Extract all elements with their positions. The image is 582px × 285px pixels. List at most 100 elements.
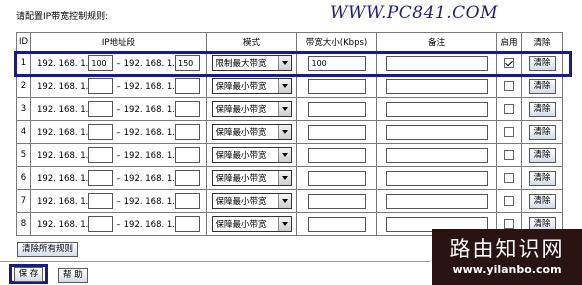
mode-cell: 保障最小带宽 xyxy=(206,74,297,98)
row-id: 4 xyxy=(16,120,31,144)
header-mode: 模式 xyxy=(206,32,297,52)
clear-row-button[interactable]: 清除 xyxy=(528,170,556,186)
clear-row-button[interactable]: 清除 xyxy=(528,124,556,140)
ip-start-octet-input[interactable] xyxy=(88,170,114,186)
mode-select[interactable]: 保障最小带宽 xyxy=(211,78,292,94)
ip-end-octet-input[interactable] xyxy=(175,193,200,209)
help-button[interactable]: 帮 助 xyxy=(58,268,88,283)
ip-start-octet-input[interactable] xyxy=(88,55,114,71)
header-bandwidth: 带宽大小(Kbps) xyxy=(296,32,377,52)
bandwidth-input[interactable] xyxy=(307,216,366,232)
chevron-down-icon[interactable] xyxy=(277,102,291,116)
enable-checkbox[interactable] xyxy=(504,172,514,183)
ip-start-octet-input[interactable] xyxy=(88,124,114,140)
mode-select[interactable]: 保障最小带宽 xyxy=(211,170,292,186)
ip-range-cell: 192. 168. 1.–192. 168. 1. xyxy=(30,212,207,236)
enable-checkbox[interactable] xyxy=(504,126,514,137)
bandwidth-input[interactable] xyxy=(307,193,366,209)
enable-cell xyxy=(496,74,522,98)
save-button[interactable]: 保 存 xyxy=(13,266,44,282)
ip-start-octet-input[interactable] xyxy=(88,216,114,232)
header-ip-range: IP地址段 xyxy=(30,32,207,52)
table-row: 6 192. 168. 1. –192. 168. 1. 保障最小带宽 清除 xyxy=(16,166,563,190)
bandwidth-rules-table: ID IP地址段 模式 带宽大小(Kbps) 备注 启用 清除 1 192. 16… xyxy=(16,32,563,236)
note-cell xyxy=(376,74,497,98)
ip-range-separator: – xyxy=(116,127,121,138)
bandwidth-input[interactable] xyxy=(307,147,366,163)
ip-range-cell: 192. 168. 1.–192. 168. 1. xyxy=(30,189,207,213)
mode-select[interactable]: 保障最小带宽 xyxy=(211,101,292,117)
ip-start-octet-input[interactable] xyxy=(88,101,114,117)
note-input[interactable] xyxy=(385,101,488,117)
mode-select[interactable]: 限制最大带宽 xyxy=(211,55,292,71)
chevron-down-icon[interactable] xyxy=(277,148,291,162)
mode-select[interactable]: 保障最小带宽 xyxy=(211,216,292,232)
ip-range-cell: 192. 168. 1.–192. 168. 1. xyxy=(30,166,207,190)
mode-cell: 保障最小带宽 xyxy=(206,143,297,167)
note-input[interactable] xyxy=(385,147,488,163)
row-id: 5 xyxy=(16,143,31,167)
table-row: 2 192. 168. 1. –192. 168. 1. 保障最小带宽 清除 xyxy=(16,74,563,98)
mode-selected-value: 保障最小带宽 xyxy=(215,128,267,138)
ip-start-octet-input[interactable] xyxy=(88,193,114,209)
mode-select[interactable]: 保障最小带宽 xyxy=(211,147,292,163)
ip-range-cell: 192. 168. 1.–192. 168. 1. xyxy=(30,97,207,121)
clear-row-button[interactable]: 清除 xyxy=(528,55,556,71)
ip-start-prefix: 192. 168. 1. xyxy=(37,127,89,138)
ip-end-octet-input[interactable] xyxy=(175,124,200,140)
table-header-row: ID IP地址段 模式 带宽大小(Kbps) 备注 启用 清除 xyxy=(16,32,563,52)
note-input[interactable] xyxy=(385,193,488,209)
header-id: ID xyxy=(16,32,31,52)
ip-end-octet-input[interactable] xyxy=(175,101,200,117)
note-input[interactable] xyxy=(385,124,488,140)
ip-range-separator: – xyxy=(116,173,121,184)
bandwidth-cell xyxy=(296,189,377,213)
enable-checkbox[interactable] xyxy=(504,103,514,114)
clear-cell: 清除 xyxy=(521,74,563,98)
ip-start-octet-input[interactable] xyxy=(88,78,114,94)
header-note: 备注 xyxy=(376,32,497,52)
enable-cell xyxy=(496,120,522,144)
ip-end-octet-input[interactable] xyxy=(175,147,200,163)
mode-selected-value: 保障最小带宽 xyxy=(215,174,267,184)
enable-checkbox[interactable] xyxy=(504,57,514,68)
ip-end-prefix: 192. 168. 1. xyxy=(123,219,175,230)
bandwidth-input[interactable] xyxy=(307,101,366,117)
table-row: 1192. 168. 1.–192. 168. 1.限制最大带宽清除 xyxy=(16,51,563,75)
ip-range-cell: 192. 168. 1.–192. 168. 1. xyxy=(30,74,207,98)
clear-row-button[interactable]: 清除 xyxy=(528,78,556,94)
ip-end-octet-input[interactable] xyxy=(175,170,200,186)
enable-cell xyxy=(496,97,522,121)
row-id: 6 xyxy=(16,166,31,190)
mode-select[interactable]: 保障最小带宽 xyxy=(211,193,292,209)
bandwidth-input[interactable] xyxy=(307,55,366,71)
bandwidth-input[interactable] xyxy=(307,124,366,140)
chevron-down-icon[interactable] xyxy=(277,79,291,93)
ip-range-separator: – xyxy=(116,219,121,230)
mode-select[interactable]: 保障最小带宽 xyxy=(211,124,292,140)
chevron-down-icon[interactable] xyxy=(277,171,291,185)
enable-checkbox[interactable] xyxy=(504,149,514,160)
clear-row-button[interactable]: 清除 xyxy=(528,147,556,163)
bandwidth-input[interactable] xyxy=(307,170,366,186)
enable-checkbox[interactable] xyxy=(504,80,514,91)
ip-end-octet-input[interactable] xyxy=(175,216,200,232)
clear-row-button[interactable]: 清除 xyxy=(528,193,556,209)
chevron-down-icon[interactable] xyxy=(277,194,291,208)
ip-end-octet-input[interactable] xyxy=(175,55,200,71)
note-input[interactable] xyxy=(385,170,488,186)
note-input[interactable] xyxy=(385,55,488,71)
bandwidth-input[interactable] xyxy=(307,78,366,94)
chevron-down-icon[interactable] xyxy=(277,56,291,70)
clear-all-rules-button[interactable]: 清除所有规则 xyxy=(17,242,79,257)
chevron-down-icon[interactable] xyxy=(277,125,291,139)
clear-row-button[interactable]: 清除 xyxy=(528,101,556,117)
enable-checkbox[interactable] xyxy=(504,195,514,206)
ip-end-octet-input[interactable] xyxy=(175,78,200,94)
note-input[interactable] xyxy=(385,78,488,94)
enable-cell xyxy=(496,143,522,167)
chevron-down-icon[interactable] xyxy=(277,217,291,231)
ip-start-prefix: 192. 168. 1. xyxy=(37,173,89,184)
enable-checkbox[interactable] xyxy=(504,218,514,229)
ip-start-octet-input[interactable] xyxy=(88,147,114,163)
